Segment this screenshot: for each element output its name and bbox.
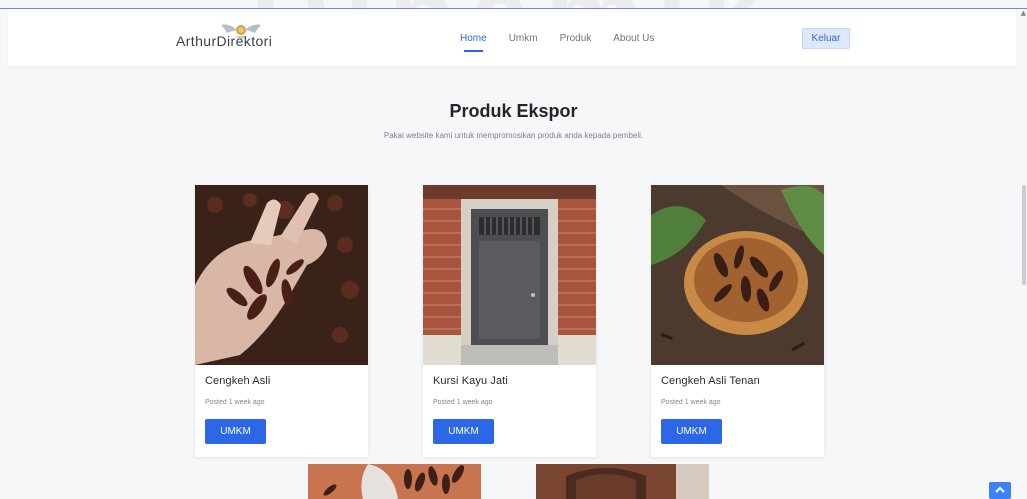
- nav-umkm[interactable]: Umkm: [509, 33, 538, 44]
- cloves-in-spoon-image: [651, 185, 824, 365]
- product-title[interactable]: Kursi Kayu Jati: [433, 375, 508, 387]
- nav-about-us[interactable]: About Us: [613, 33, 654, 44]
- product-posted-date: Posted 1 week ago: [433, 399, 493, 406]
- product-card-cengkeh-asli[interactable]: Cengkeh Asli Posted 1 week ago UMKM: [195, 185, 368, 457]
- nav-produk[interactable]: Produk: [560, 33, 592, 44]
- page-title: Produk Ekspor: [449, 101, 578, 121]
- vertical-scrollbar[interactable]: ▲: [1017, 9, 1027, 499]
- product-title[interactable]: Cengkeh Asli Tenan: [661, 375, 760, 387]
- product-card-partial[interactable]: [308, 464, 481, 499]
- product-posted-date: Posted 1 week ago: [661, 399, 721, 406]
- umkm-button[interactable]: UMKM: [661, 419, 722, 444]
- product-card-partial[interactable]: [536, 464, 709, 499]
- umkm-button[interactable]: UMKM: [205, 419, 266, 444]
- product-card-kursi-kayu-jati[interactable]: Kursi Kayu Jati Posted 1 week ago UMKM: [423, 185, 596, 457]
- top-navbar: ArthurDirektori Home Umkm Produk About U…: [8, 9, 1016, 67]
- product-title[interactable]: Cengkeh Asli: [205, 375, 270, 387]
- back-to-top-button[interactable]: [989, 482, 1011, 499]
- main-nav: Home Umkm Produk About Us: [460, 33, 654, 52]
- scroll-up-icon[interactable]: ▲: [1021, 9, 1026, 17]
- brand-name[interactable]: ArthurDirektori: [176, 33, 272, 49]
- product-card-cengkeh-asli-tenan[interactable]: Cengkeh Asli Tenan Posted 1 week ago UMK…: [651, 185, 824, 457]
- wooden-door-image: [423, 185, 596, 365]
- logout-button[interactable]: Keluar: [802, 28, 850, 49]
- scrollbar-thumb[interactable]: [1022, 185, 1026, 285]
- product-posted-date: Posted 1 week ago: [205, 399, 265, 406]
- cloves-peek-image: [308, 464, 481, 499]
- cloves-in-hand-image: [195, 185, 368, 365]
- door-peek-image: [536, 464, 709, 499]
- nav-home[interactable]: Home: [460, 33, 487, 52]
- chevron-up-icon: [995, 486, 1005, 493]
- umkm-button[interactable]: UMKM: [433, 419, 494, 444]
- page-subtitle: Pakai website kami untuk mempromosikan p…: [383, 131, 644, 140]
